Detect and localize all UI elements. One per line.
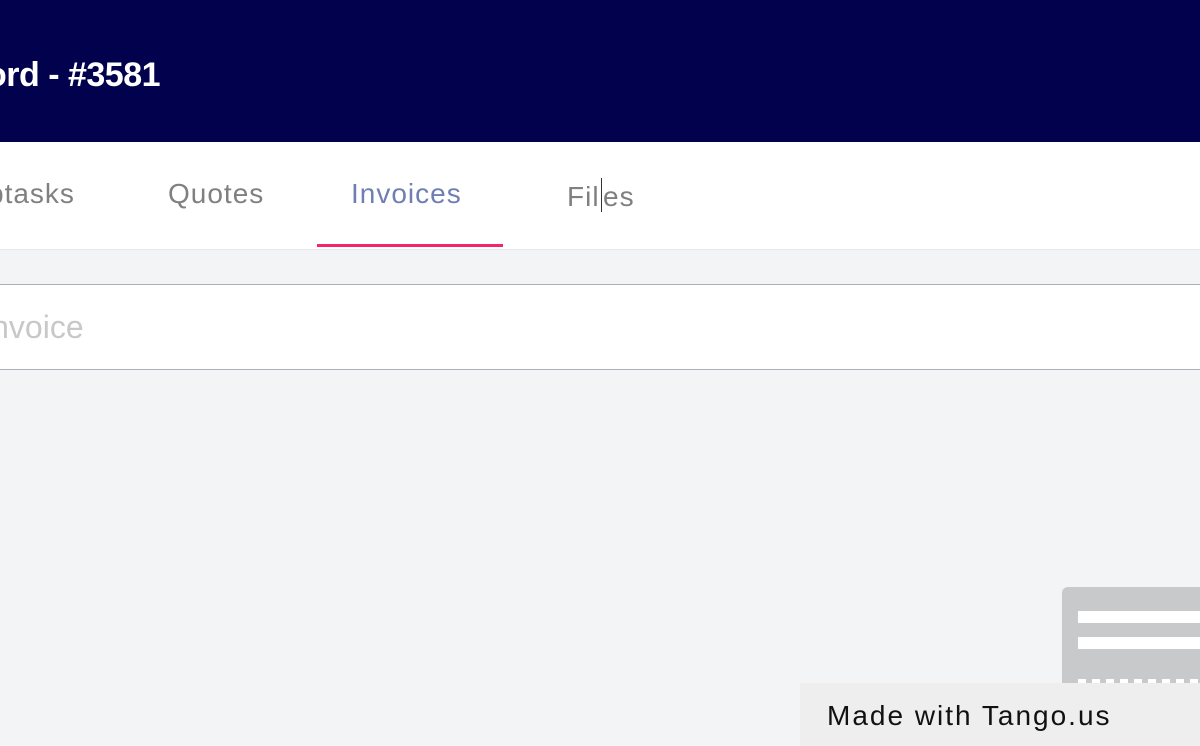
page-title: ord - #3581 xyxy=(0,56,161,94)
floating-widget[interactable] xyxy=(1062,587,1200,697)
tab-files[interactable]: Fil es xyxy=(567,178,635,213)
tab-files-label-end: es xyxy=(603,181,635,212)
tab-quotes[interactable]: Quotes xyxy=(168,178,264,210)
tab-bar: btasks Quotes Invoices Files xyxy=(0,142,1200,250)
active-tab-indicator xyxy=(317,244,503,247)
text-cursor xyxy=(600,178,603,212)
tab-files-label-start: Fil xyxy=(567,181,600,212)
page-header: ord - #3581 xyxy=(0,0,1200,142)
tab-subtasks[interactable]: btasks xyxy=(0,178,75,210)
widget-bar-1 xyxy=(1078,611,1200,623)
widget-bar-2 xyxy=(1078,637,1200,649)
tango-watermark-text: Made with Tango.us xyxy=(827,700,1112,731)
tango-watermark: Made with Tango.us xyxy=(800,683,1200,746)
invoice-search-input[interactable] xyxy=(0,284,1200,370)
tab-invoices[interactable]: Invoices xyxy=(351,178,462,210)
